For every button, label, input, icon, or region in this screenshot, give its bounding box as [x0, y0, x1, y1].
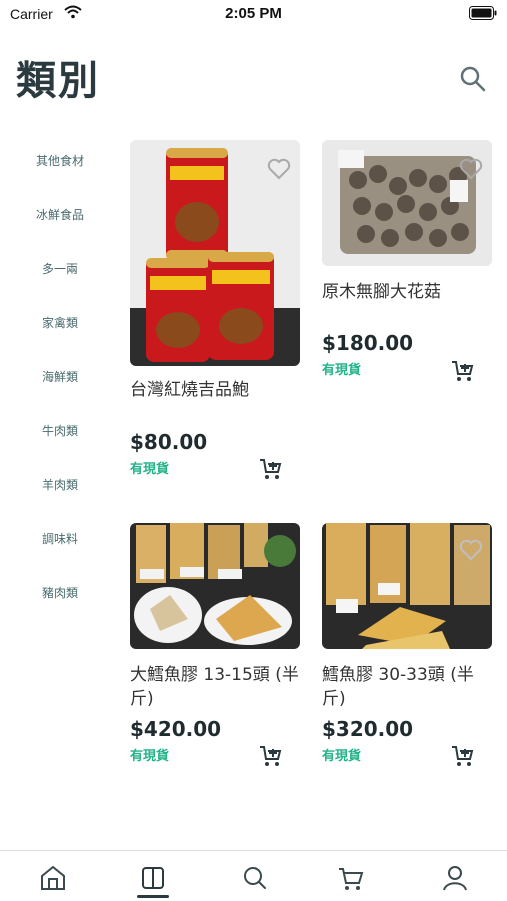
header-search-button[interactable]	[458, 64, 488, 94]
product-name[interactable]: 原木無腳大花菇	[322, 280, 492, 304]
add-cart-icon	[452, 746, 474, 766]
catalog-icon	[142, 867, 164, 889]
category-item[interactable]: 多一兩	[0, 260, 120, 277]
product-card[interactable]: 大鱈魚膠 13-15頭 (半斤) $420.00 有現貨	[130, 523, 300, 773]
product-name[interactable]: 鱈魚膠 30-33頭 (半斤)	[322, 663, 494, 711]
product-name[interactable]: 台灣紅燒吉品鮑	[130, 378, 300, 402]
favorite-button[interactable]	[266, 156, 292, 182]
add-cart-icon	[452, 361, 474, 381]
product-price: $180.00	[322, 331, 414, 355]
heart-icon	[459, 539, 483, 561]
category-item[interactable]: 牛肉類	[0, 422, 120, 439]
product-card[interactable]: 原木無腳大花菇 $180.00 有現貨	[322, 140, 492, 400]
tab-home[interactable]	[36, 861, 70, 895]
tab-search[interactable]	[238, 861, 272, 895]
add-to-cart-button[interactable]	[258, 456, 284, 482]
category-item[interactable]: 家禽類	[0, 314, 120, 331]
product-price: $320.00	[322, 717, 414, 741]
stock-status: 有現貨	[130, 462, 170, 477]
product-price: $80.00	[130, 430, 208, 454]
heart-icon	[267, 158, 291, 180]
category-item[interactable]: 海鮮類	[0, 368, 120, 385]
product-name[interactable]: 大鱈魚膠 13-15頭 (半斤)	[130, 663, 302, 711]
page-title: 類別	[16, 58, 100, 104]
cart-icon	[339, 868, 364, 890]
profile-icon	[443, 866, 467, 891]
category-item[interactable]: 調味料	[0, 530, 120, 547]
fish-maw-image	[130, 523, 300, 649]
stock-status: 有現貨	[322, 749, 362, 764]
status-bar: Carrier 2:05 PM	[0, 0, 507, 30]
category-item[interactable]: 羊肉類	[0, 476, 120, 493]
search-icon	[244, 867, 266, 889]
add-to-cart-button[interactable]	[450, 743, 476, 769]
category-item[interactable]: 冰鮮食品	[0, 206, 120, 223]
product-image[interactable]	[130, 523, 300, 649]
add-to-cart-button[interactable]	[450, 358, 476, 384]
favorite-button[interactable]	[458, 537, 484, 563]
stock-status: 有現貨	[130, 749, 170, 764]
category-item[interactable]: 豬肉類	[0, 584, 120, 601]
status-time: 2:05 PM	[225, 5, 282, 22]
heart-icon	[459, 158, 483, 180]
product-price: $420.00	[130, 717, 222, 741]
tab-cart[interactable]	[334, 861, 368, 895]
product-card[interactable]: 台灣紅燒吉品鮑 $80.00 有現貨	[130, 140, 300, 480]
tab-profile[interactable]	[438, 861, 472, 895]
add-cart-icon	[260, 746, 282, 766]
battery-icon	[469, 6, 497, 20]
add-to-cart-button[interactable]	[258, 743, 284, 769]
tab-bar	[0, 850, 507, 901]
home-icon	[41, 865, 65, 890]
tab-catalog[interactable]	[136, 861, 170, 895]
favorite-button[interactable]	[458, 156, 484, 182]
product-card[interactable]: 鱈魚膠 30-33頭 (半斤) $320.00 有現貨	[322, 523, 492, 773]
active-tab-indicator	[137, 895, 169, 898]
stock-status: 有現貨	[322, 363, 362, 378]
add-cart-icon	[260, 459, 282, 479]
search-icon	[460, 66, 486, 92]
category-item[interactable]: 其他食材	[0, 152, 120, 169]
